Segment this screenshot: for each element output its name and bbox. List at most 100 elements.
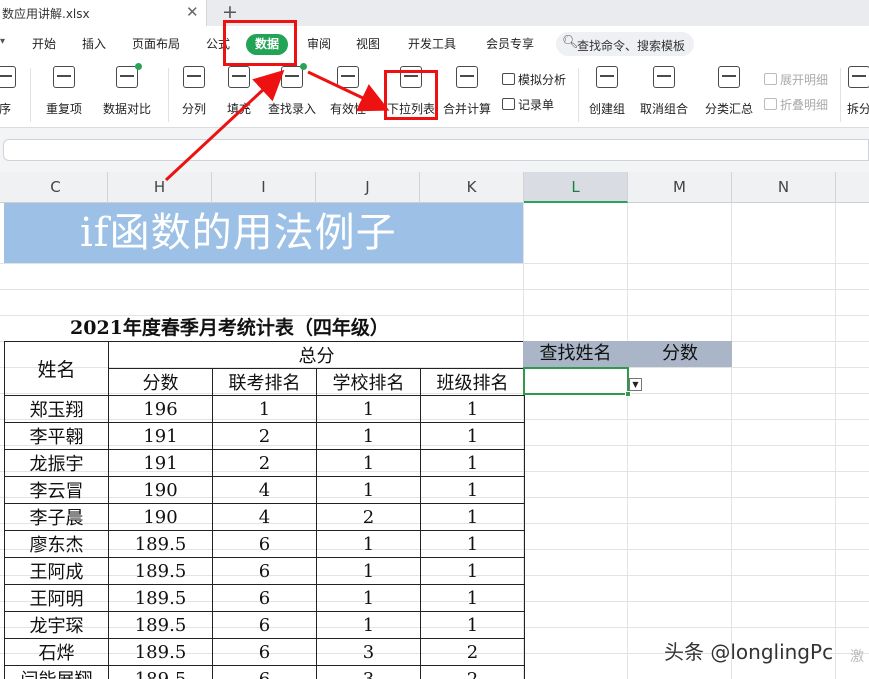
sheet-grid[interactable]: if函数的用法例子 2021年度春季月考统计表（四年级） 姓名 总分 分数 联考… [0,203,869,679]
class-rank-cell[interactable]: 1 [420,449,525,477]
student-name-cell[interactable]: 李云冒 [4,476,109,504]
score-cell[interactable]: 196 [108,395,213,423]
header-school-rank[interactable]: 学校排名 [316,368,421,396]
class-rank-cell[interactable]: 1 [420,557,525,585]
class-rank-cell[interactable]: 1 [420,611,525,639]
lookup-entry-button[interactable]: 查找录入 [266,63,318,117]
column-header-l[interactable]: L [524,172,628,203]
class-rank-cell[interactable]: 1 [420,422,525,450]
score-cell[interactable]: 190 [108,476,213,504]
header-total[interactable]: 总分 [108,341,525,369]
score-cell[interactable]: 189.5 [108,665,213,679]
sort-button[interactable]: 序 [0,66,18,117]
fill-button[interactable]: 填充 [222,66,256,117]
joint-rank-cell[interactable]: 4 [212,476,317,504]
column-header-c[interactable]: C [4,172,108,203]
file-tab[interactable]: 数应用讲解.xlsx ✕ [0,0,207,26]
menu-page-layout[interactable]: 页面布局 [132,35,180,52]
student-name-cell[interactable]: 石烨 [4,638,109,666]
record-form-button[interactable]: 记录单 [502,96,554,113]
column-header-m[interactable]: M [628,172,732,203]
column-header-i[interactable]: I [212,172,316,203]
split-button[interactable]: 拆分 [846,66,869,117]
lookup-score-header[interactable]: 分数 [628,341,732,367]
class-rank-cell[interactable]: 1 [420,503,525,531]
school-rank-cell[interactable]: 1 [316,476,421,504]
data-compare-button[interactable]: 数据对比 [96,63,158,117]
school-rank-cell[interactable]: 1 [316,530,421,558]
class-rank-cell[interactable]: 1 [420,476,525,504]
joint-rank-cell[interactable]: 6 [212,611,317,639]
student-name-cell[interactable]: 龙宇琛 [4,611,109,639]
student-name-cell[interactable]: 王阿明 [4,584,109,612]
school-rank-cell[interactable]: 2 [316,503,421,531]
expand-detail-button[interactable]: 展开明细 [764,71,828,88]
student-name-cell[interactable]: 廖东杰 [4,530,109,558]
duplicate-button[interactable]: 重复项 [40,66,88,117]
student-name-cell[interactable]: 李平翱 [4,422,109,450]
menu-insert[interactable]: 插入 [82,35,106,52]
score-cell[interactable]: 189.5 [108,530,213,558]
menu-home[interactable]: 开始 [32,35,56,52]
school-rank-cell[interactable]: 1 [316,449,421,477]
class-rank-cell[interactable]: 2 [420,665,525,679]
score-cell[interactable]: 189.5 [108,557,213,585]
score-cell[interactable]: 189.5 [108,611,213,639]
consolidate-button[interactable]: 合并计算 [442,66,492,117]
score-cell[interactable]: 191 [108,449,213,477]
joint-rank-cell[interactable]: 6 [212,584,317,612]
student-name-cell[interactable]: 龙振宇 [4,449,109,477]
split-column-button[interactable]: 分列 [176,66,212,117]
score-cell[interactable]: 189.5 [108,584,213,612]
header-class-rank[interactable]: 班级排名 [420,368,525,396]
menu-view[interactable]: 视图 [356,35,380,52]
column-header-k[interactable]: K [420,172,524,203]
column-header-h[interactable]: H [108,172,212,203]
score-cell[interactable]: 189.5 [108,638,213,666]
validity-button[interactable]: 有效性 [326,66,370,117]
score-cell[interactable]: 191 [108,422,213,450]
class-rank-cell[interactable]: 1 [420,584,525,612]
student-name-cell[interactable]: 李子晨 [4,503,109,531]
school-rank-cell[interactable]: 1 [316,611,421,639]
ungroup-button[interactable]: 取消组合 [636,66,692,117]
collapse-detail-button[interactable]: 折叠明细 [764,96,828,113]
fill-handle[interactable] [625,391,631,397]
joint-rank-cell[interactable]: 6 [212,638,317,666]
class-rank-cell[interactable]: 1 [420,530,525,558]
menu-collapse-icon[interactable]: ▾ [0,36,5,47]
student-name-cell[interactable]: 闫能展翔 [4,665,109,679]
header-name[interactable]: 姓名 [4,341,109,396]
joint-rank-cell[interactable]: 6 [212,530,317,558]
menu-review[interactable]: 审阅 [307,35,331,52]
student-name-cell[interactable]: 郑玉翔 [4,395,109,423]
joint-rank-cell[interactable]: 2 [212,422,317,450]
create-group-button[interactable]: 创建组 [586,66,628,117]
dropdown-arrow-icon[interactable]: ▼ [629,378,642,391]
header-joint-rank[interactable]: 联考排名 [212,368,317,396]
school-rank-cell[interactable]: 3 [316,665,421,679]
column-header-j[interactable]: J [316,172,420,203]
class-rank-cell[interactable]: 2 [420,638,525,666]
school-rank-cell[interactable]: 3 [316,638,421,666]
formula-input[interactable] [3,139,869,161]
school-rank-cell[interactable]: 1 [316,557,421,585]
joint-rank-cell[interactable]: 2 [212,449,317,477]
joint-rank-cell[interactable]: 6 [212,665,317,679]
subtotal-button[interactable]: 分类汇总 [704,66,754,117]
joint-rank-cell[interactable]: 1 [212,395,317,423]
command-search[interactable]: 🔍︎ 查找命令、搜索模板 [556,32,694,56]
joint-rank-cell[interactable]: 4 [212,503,317,531]
menu-member[interactable]: 会员专享 [486,35,534,52]
menu-developer[interactable]: 开发工具 [408,35,456,52]
school-rank-cell[interactable]: 1 [316,395,421,423]
selected-cell-l[interactable] [523,367,631,397]
lookup-name-header[interactable]: 查找姓名 [523,341,628,367]
column-header-n[interactable]: N [732,172,836,203]
class-rank-cell[interactable]: 1 [420,395,525,423]
score-cell[interactable]: 190 [108,503,213,531]
joint-rank-cell[interactable]: 6 [212,557,317,585]
student-name-cell[interactable]: 王阿成 [4,557,109,585]
close-tab-icon[interactable]: ✕ [186,3,199,21]
school-rank-cell[interactable]: 1 [316,584,421,612]
